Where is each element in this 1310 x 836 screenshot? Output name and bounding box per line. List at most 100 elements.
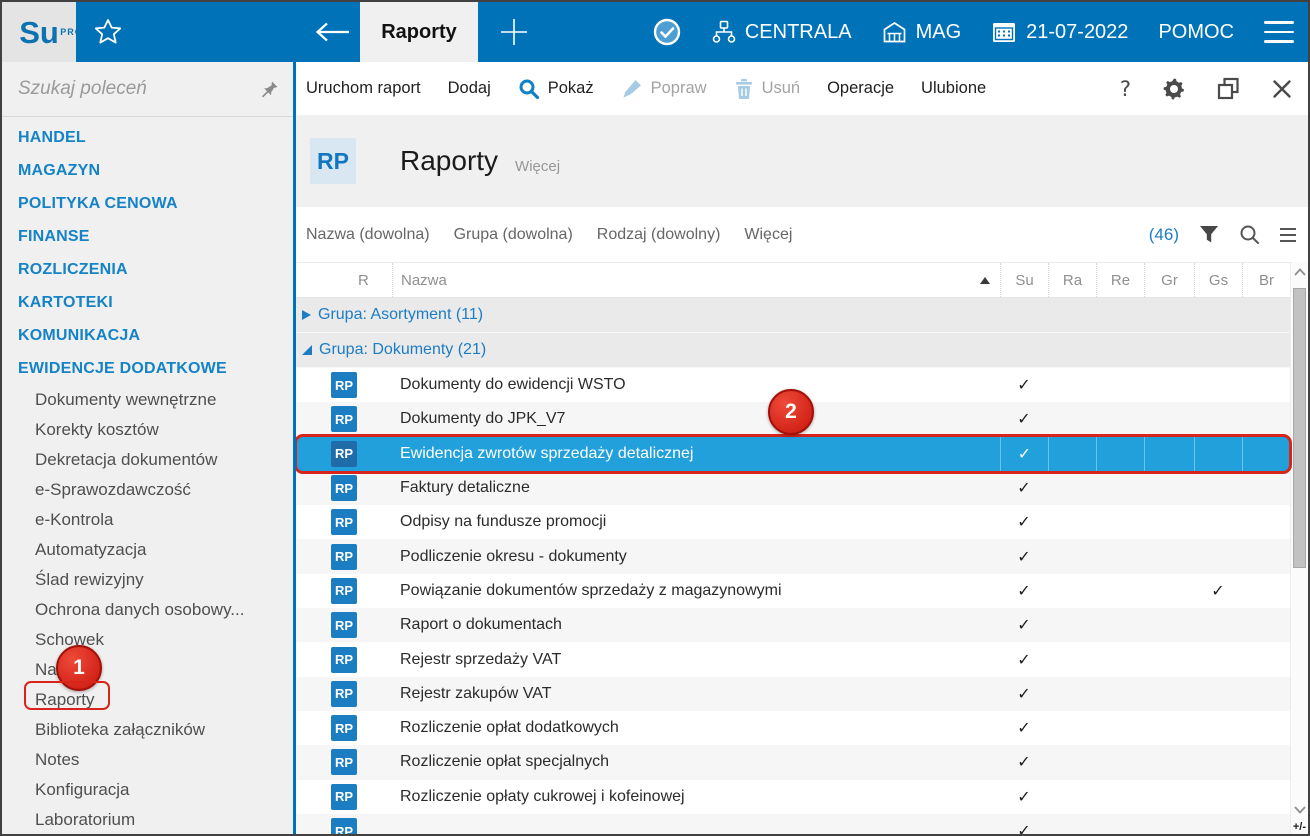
table-row[interactable]: RP Raport o dokumentach ✓ xyxy=(296,608,1290,642)
filter-bar-right: (46) xyxy=(1149,207,1296,262)
group-row-asortyment[interactable]: Grupa: Asortyment (11) xyxy=(296,298,1290,333)
new-tab-button[interactable] xyxy=(480,2,548,62)
sidebar-nav: HANDEL MAGAZYN POLITYKA CENOWA FINANSE R… xyxy=(2,117,293,835)
annotation-highlight-raporty xyxy=(24,681,110,710)
sidebar-section-komunikacja[interactable]: KOMUNIKACJA xyxy=(2,319,293,352)
delete-button[interactable]: Usuń xyxy=(734,78,801,100)
add-button[interactable]: Dodaj xyxy=(448,79,491,98)
sidebar-item-schowek[interactable]: Schowek xyxy=(2,625,293,655)
table-row[interactable]: RP Rejestr sprzedaży VAT ✓ xyxy=(296,642,1290,676)
sidebar-item-slad-rewizyjny[interactable]: Ślad rewizyjny xyxy=(2,565,293,595)
sidebar-item-korekty-kosztow[interactable]: Korekty kosztów xyxy=(2,415,293,445)
favorites-star-button[interactable] xyxy=(86,2,130,62)
warehouse-selector[interactable]: MAG xyxy=(882,20,962,44)
column-header-ra[interactable]: Ra xyxy=(1048,263,1096,297)
column-header-br[interactable]: Br xyxy=(1242,263,1290,297)
table-row-partial[interactable]: RP ✓ xyxy=(296,814,1290,834)
more-link[interactable]: Więcej xyxy=(515,158,560,175)
scroll-up-icon[interactable] xyxy=(1294,268,1306,276)
table-row[interactable]: RP Rozliczenie opłat specjalnych ✓ xyxy=(296,745,1290,779)
plus-icon xyxy=(499,17,529,47)
report-type-badge: RP xyxy=(331,544,357,570)
sidebar-section-polityka-cenowa[interactable]: POLITYKA CENOWA xyxy=(2,187,293,220)
sidebar-item-laboratorium[interactable]: Laboratorium xyxy=(2,805,293,835)
filter-name[interactable]: Nazwa (dowolna) xyxy=(306,226,430,244)
report-type-badge: RP xyxy=(331,509,357,535)
sidebar-section-ewidencje-dodatkowe[interactable]: EWIDENCJE DODATKOWE xyxy=(2,352,293,385)
group-row-dokumenty[interactable]: Grupa: Dokumenty (21) xyxy=(296,333,1290,368)
cascade-windows-button[interactable] xyxy=(1217,77,1240,100)
vertical-scrollbar[interactable]: +/- xyxy=(1290,262,1308,834)
run-report-button[interactable]: Uruchom raport xyxy=(306,79,421,98)
scroll-down-icon[interactable] xyxy=(1294,806,1306,814)
app-menu-button[interactable] xyxy=(1264,21,1294,43)
favorites-button[interactable]: Ulubione xyxy=(921,79,986,98)
help-menu-label: POMOC xyxy=(1158,21,1234,44)
sidebar-item-notes[interactable]: Notes xyxy=(2,745,293,775)
list-menu-button[interactable] xyxy=(1280,228,1296,242)
table-row[interactable]: RP Rozliczenie opłat dodatkowych ✓ xyxy=(296,711,1290,745)
sidebar-item-e-kontrola[interactable]: e-Kontrola xyxy=(2,505,293,535)
sync-status-button[interactable] xyxy=(652,17,682,47)
table-row[interactable]: RP Faktury detaliczne ✓ xyxy=(296,471,1290,505)
table-row[interactable]: RP Rejestr zakupów VAT ✓ xyxy=(296,677,1290,711)
command-search-row xyxy=(2,62,293,117)
show-button[interactable]: Pokaż xyxy=(518,78,594,100)
chevron-expanded-icon xyxy=(302,345,312,355)
sidebar-item-e-sprawozdawczosc[interactable]: e-Sprawozdawczość xyxy=(2,475,293,505)
edit-button[interactable]: Popraw xyxy=(621,78,707,100)
sidebar-section-rozliczenia[interactable]: ROZLICZENIA xyxy=(2,253,293,286)
table-row[interactable]: RP Odpisy na fundusze promocji ✓ xyxy=(296,505,1290,539)
column-header-re[interactable]: Re xyxy=(1096,263,1144,297)
warehouse-icon xyxy=(882,20,907,44)
report-name: Odpisy na fundusze promocji xyxy=(392,513,1000,531)
sidebar-section-finanse[interactable]: FINANSE xyxy=(2,220,293,253)
sidebar-item-ochrona-danych[interactable]: Ochrona danych osobowy... xyxy=(2,595,293,625)
sidebar-section-handel[interactable]: HANDEL xyxy=(2,121,293,154)
date-selector[interactable]: 21-07-2022 xyxy=(991,20,1128,44)
sidebar-item-dokumenty-wewnetrzne[interactable]: Dokumenty wewnętrzne xyxy=(2,385,293,415)
column-header-nazwa[interactable]: Nazwa xyxy=(392,263,1000,297)
scrollbar-thumb[interactable] xyxy=(1293,288,1306,568)
pin-icon[interactable] xyxy=(260,80,279,99)
sort-ascending-icon xyxy=(980,277,990,284)
sidebar-item-biblioteka-zalacznikow[interactable]: Biblioteka załączników xyxy=(2,715,293,745)
filter-funnel-button[interactable] xyxy=(1199,225,1219,244)
help-button[interactable]: ? xyxy=(1120,77,1131,101)
close-button[interactable] xyxy=(1272,79,1292,99)
cell-su: ✓ xyxy=(1000,409,1048,429)
table-row[interactable]: RP Podliczenie okresu - dokumenty ✓ xyxy=(296,539,1290,573)
back-button[interactable] xyxy=(308,2,356,62)
sidebar-item-konfiguracja[interactable]: Konfiguracja xyxy=(2,775,293,805)
report-name: Faktury detaliczne xyxy=(392,479,1000,497)
column-header-su[interactable]: Su xyxy=(1000,263,1048,297)
search-icon-button[interactable] xyxy=(1239,224,1260,245)
gear-icon xyxy=(1163,78,1185,100)
cell-su: ✓ xyxy=(1000,684,1048,704)
cell-su: ✓ xyxy=(1000,547,1048,567)
cell-su: ✓ xyxy=(1000,718,1048,738)
sidebar-item-dekretacja-dokumentow[interactable]: Dekretacja dokumentów xyxy=(2,445,293,475)
company-selector[interactable]: CENTRALA xyxy=(712,20,852,44)
chevron-right-icon xyxy=(302,310,311,320)
report-type-badge: RP xyxy=(331,715,357,741)
sidebar-section-magazyn[interactable]: MAGAZYN xyxy=(2,154,293,187)
column-header-gs[interactable]: Gs xyxy=(1194,263,1242,297)
help-menu[interactable]: POMOC xyxy=(1158,21,1234,44)
app-logo[interactable]: Su PRO xyxy=(2,2,76,62)
filter-more[interactable]: Więcej xyxy=(744,226,792,244)
settings-gear-button[interactable] xyxy=(1163,78,1185,100)
filter-type[interactable]: Rodzaj (dowolny) xyxy=(597,226,721,244)
filter-group[interactable]: Grupa (dowolna) xyxy=(454,226,573,244)
operations-button[interactable]: Operacje xyxy=(827,79,894,98)
column-header-gr[interactable]: Gr xyxy=(1144,263,1194,297)
table-row-selected[interactable]: RP Ewidencja zwrotów sprzedaży detaliczn… xyxy=(296,437,1290,471)
command-search-input[interactable] xyxy=(18,78,248,100)
tab-raporty[interactable]: Raporty xyxy=(360,2,478,62)
sidebar-item-automatyzacja[interactable]: Automatyzacja xyxy=(2,535,293,565)
table-row[interactable]: RP Rozliczenie opłaty cukrowej i kofeino… xyxy=(296,780,1290,814)
column-header-r[interactable]: R xyxy=(296,263,392,297)
sidebar-section-kartoteki[interactable]: KARTOTEKI xyxy=(2,286,293,319)
calendar-icon xyxy=(991,20,1017,44)
table-row[interactable]: RP Powiązanie dokumentów sprzedaży z mag… xyxy=(296,574,1290,608)
